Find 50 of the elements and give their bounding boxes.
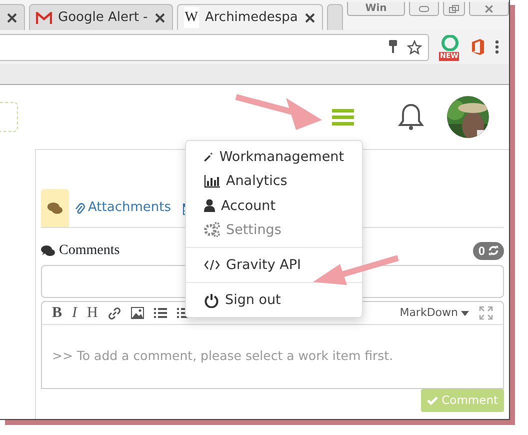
- chart-icon: [204, 174, 220, 188]
- minimize-button[interactable]: [409, 2, 439, 16]
- format-button[interactable]: H: [87, 302, 98, 324]
- comments-icon: [41, 244, 55, 256]
- format-button[interactable]: B: [52, 302, 62, 324]
- more-icon[interactable]: [495, 40, 499, 54]
- check-icon: [426, 396, 438, 406]
- paperclip-icon: [75, 202, 85, 214]
- close-window-button[interactable]: [469, 2, 509, 16]
- wand-icon: [204, 150, 214, 164]
- browser-tab[interactable]: [0, 4, 25, 30]
- format-button[interactable]: I: [72, 302, 78, 324]
- comments-title: Comments: [59, 242, 120, 260]
- browser-tab[interactable]: Google Alert -: [29, 4, 173, 30]
- bell-icon[interactable]: [398, 103, 424, 131]
- maximize-button[interactable]: [443, 2, 465, 16]
- dashed-box: [0, 102, 18, 132]
- key-icon[interactable]: [389, 40, 397, 54]
- caret-icon: [461, 310, 469, 316]
- power-icon: [204, 292, 219, 308]
- user-button[interactable]: Win: [347, 2, 405, 16]
- minimize-icon[interactable]: [419, 6, 429, 12]
- menu-item[interactable]: Workmanagement: [186, 145, 362, 170]
- mail-icon: [36, 12, 52, 24]
- maximize-icon[interactable]: [449, 4, 459, 12]
- menu-item[interactable]: Gravity API: [186, 253, 362, 278]
- comments-icon: [47, 202, 63, 214]
- star-icon[interactable]: [407, 40, 422, 54]
- code-icon: [204, 259, 220, 272]
- image-icon[interactable]: [130, 307, 144, 319]
- menu-item[interactable]: Sign out: [186, 288, 362, 312]
- attachments-tab[interactable]: Attachments: [69, 189, 177, 227]
- refresh-icon[interactable]: [488, 245, 499, 256]
- office-icon[interactable]: [471, 39, 485, 55]
- browser-tab[interactable]: W Archimedespa: [176, 4, 323, 30]
- close-icon[interactable]: [154, 12, 166, 24]
- close-icon[interactable]: [6, 12, 18, 24]
- fullscreen-icon[interactable]: [479, 306, 493, 320]
- link-icon[interactable]: [108, 306, 121, 320]
- user-icon: [204, 199, 215, 212]
- mode-dropdown[interactable]: MarkDown: [400, 304, 469, 322]
- close-icon[interactable]: [304, 12, 316, 24]
- wikipedia-icon: W: [184, 7, 199, 28]
- comment-count[interactable]: 0: [473, 242, 504, 260]
- menu-item[interactable]: Analytics: [186, 169, 362, 194]
- list-icon[interactable]: [154, 307, 167, 319]
- gears-icon: [204, 222, 220, 238]
- menu-item[interactable]: Account: [186, 194, 362, 218]
- tab[interactable]: [41, 189, 69, 227]
- comment-editor[interactable]: >> To add a comment, please select a work item first.: [41, 325, 504, 389]
